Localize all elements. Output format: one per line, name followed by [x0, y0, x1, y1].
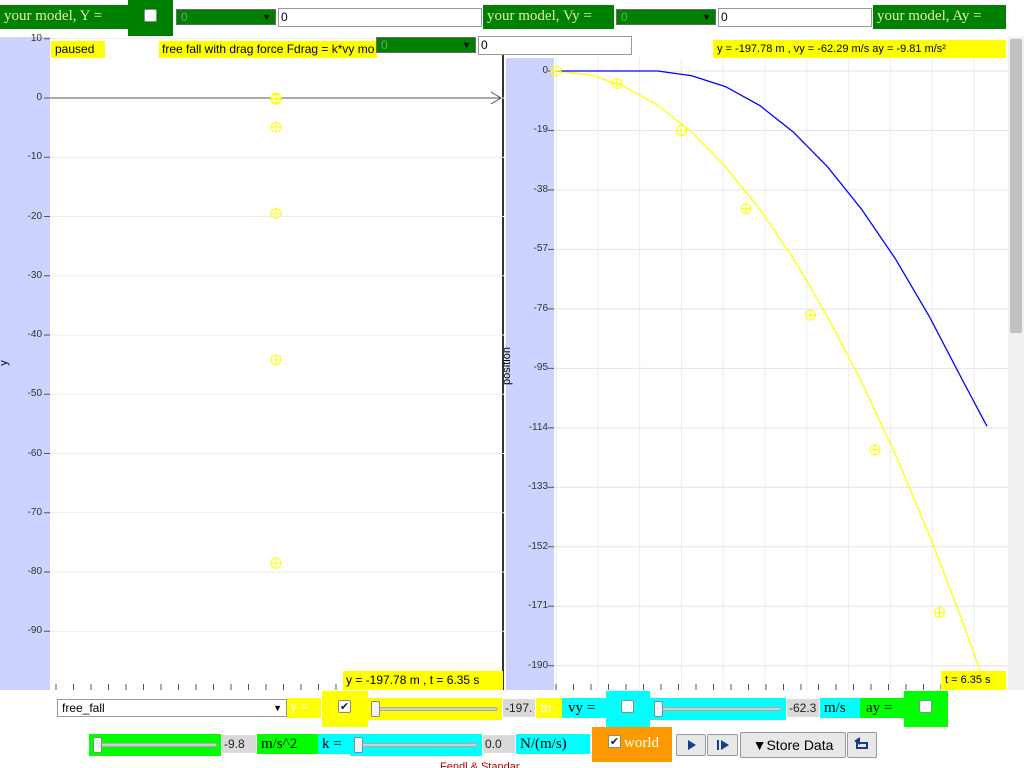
k-slider-thumb[interactable]	[354, 737, 363, 753]
y-slider-track	[374, 707, 498, 711]
k-unit: N/(m/s)	[516, 734, 590, 754]
step-forward-icon	[717, 740, 729, 750]
world-toggle[interactable]: ✔ world	[592, 727, 672, 762]
position-chart	[548, 58, 1008, 691]
vy-checkbox[interactable]	[621, 700, 634, 713]
k-value[interactable]: 0.0	[483, 735, 515, 753]
ay-unit: m/s^2	[257, 734, 318, 754]
y-slider[interactable]	[368, 698, 502, 720]
data-marker	[550, 65, 562, 77]
y-checkbox-box: ✔	[322, 691, 368, 727]
right-readout: y = -197.78 m , vy = -62.29 m/s ay = -9.…	[713, 40, 1006, 58]
store-data-button[interactable]: ▼Store Data	[740, 732, 846, 758]
k-slider[interactable]	[350, 734, 482, 756]
ay-slider[interactable]	[89, 734, 221, 756]
vy-value[interactable]: -62.3	[787, 699, 819, 717]
chevron-down-icon: ▼	[273, 703, 282, 713]
footer-text: Fendl & Standar	[440, 762, 520, 768]
y-label: y =	[287, 698, 321, 718]
vy-unit: m/s	[820, 698, 860, 718]
ay-slider-thumb[interactable]	[93, 737, 102, 753]
vy-slider[interactable]	[650, 698, 786, 720]
ay-value[interactable]: -9.8	[222, 735, 256, 753]
play-icon	[688, 740, 696, 750]
data-marker	[933, 606, 945, 618]
k-label: k =	[318, 734, 350, 754]
play-button[interactable]	[676, 734, 706, 756]
y-unit: m	[536, 698, 562, 718]
scrollbar-thumb[interactable]	[1010, 39, 1022, 333]
page-scrollbar[interactable]	[1008, 37, 1024, 690]
world-checkbox[interactable]: ✔	[608, 735, 621, 748]
model-select-value: free_fall	[62, 701, 105, 715]
vy-label: vy =	[562, 698, 606, 718]
vy-slider-thumb[interactable]	[654, 701, 663, 717]
world-label: world	[624, 735, 659, 751]
series-line-measured	[555, 70, 988, 691]
data-marker	[676, 124, 688, 136]
ay-checkbox[interactable]	[919, 700, 932, 713]
reset-button[interactable]	[847, 732, 877, 758]
vy-slider-track	[656, 707, 782, 711]
time-readout: t = 6.35 s	[941, 671, 1006, 690]
series-line-model	[556, 70, 988, 427]
ay-slider-track	[95, 743, 217, 747]
vy-checkbox-box	[606, 691, 650, 727]
undo-icon	[854, 737, 868, 749]
k-slider-track	[356, 743, 478, 747]
ay-checkbox-box	[904, 691, 948, 727]
data-marker	[740, 203, 752, 215]
data-marker	[805, 309, 817, 321]
store-data-label: ▼Store Data	[752, 737, 834, 753]
y-slider-thumb[interactable]	[371, 701, 380, 717]
step-button[interactable]	[707, 734, 738, 756]
data-marker	[611, 78, 623, 90]
model-select[interactable]: free_fall ▼	[57, 699, 287, 717]
data-marker	[869, 444, 881, 456]
ay-label: ay =	[860, 698, 904, 718]
y-value[interactable]: -197.	[503, 699, 535, 717]
y-checkbox[interactable]: ✔	[338, 700, 351, 713]
